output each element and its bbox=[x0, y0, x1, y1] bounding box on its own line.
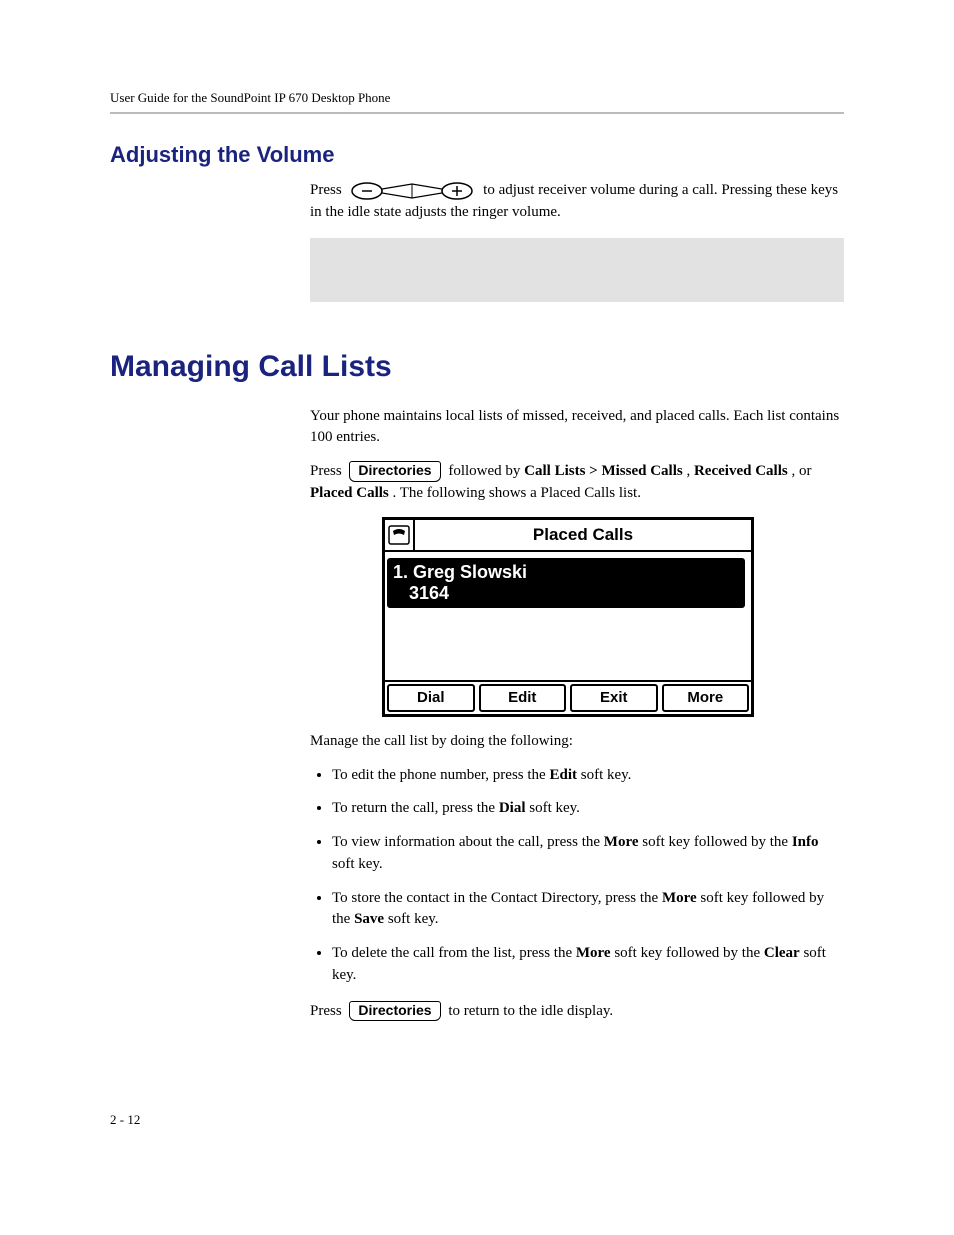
bold: Clear bbox=[764, 945, 800, 961]
bold-placed-calls: Placed Calls bbox=[310, 485, 389, 501]
heading-adjusting-volume: Adjusting the Volume bbox=[110, 142, 844, 168]
text: To edit the phone number, press the bbox=[332, 767, 549, 783]
softkey-exit: Exit bbox=[570, 684, 658, 712]
softkey-edit: Edit bbox=[479, 684, 567, 712]
directories-paragraph: Press Directories followed by Call Lists… bbox=[310, 461, 844, 505]
softkey-dial: Dial bbox=[387, 684, 475, 712]
manage-intro: Manage the call list by doing the follow… bbox=[310, 731, 844, 753]
screen-title: Placed Calls bbox=[415, 520, 751, 551]
text: soft key. bbox=[577, 767, 631, 783]
list-item: To return the call, press the Dial soft … bbox=[332, 798, 844, 820]
text: soft key. bbox=[384, 911, 438, 927]
entry-number: 3164 bbox=[393, 583, 737, 604]
bold: Dial bbox=[499, 800, 526, 816]
list-item: To view information about the call, pres… bbox=[332, 832, 844, 876]
return-paragraph: Press Directories to return to the idle … bbox=[310, 1001, 844, 1023]
text: followed by bbox=[448, 463, 524, 479]
selected-call-entry: 1. Greg Slowski 3164 bbox=[387, 558, 745, 607]
bold-received-calls: Received Calls bbox=[694, 463, 788, 479]
text: to return to the idle display. bbox=[448, 1003, 613, 1019]
volume-paragraph: Press to adjust receiver volume during a… bbox=[310, 180, 844, 224]
list-item: To store the contact in the Contact Dire… bbox=[332, 888, 844, 932]
phone-screen-figure: Placed Calls 1. Greg Slowski 3164 Dial E… bbox=[382, 517, 754, 717]
text: Press bbox=[310, 1003, 345, 1019]
entry-name: 1. Greg Slowski bbox=[393, 562, 737, 583]
bold-call-lists: Call Lists > Missed Calls bbox=[524, 463, 683, 479]
text: soft key. bbox=[525, 800, 579, 816]
list-item: To edit the phone number, press the Edit… bbox=[332, 765, 844, 787]
intro-paragraph: Your phone maintains local lists of miss… bbox=[310, 406, 844, 450]
bold: Edit bbox=[549, 767, 577, 783]
text: , or bbox=[791, 463, 811, 479]
text: To store the contact in the Contact Dire… bbox=[332, 890, 662, 906]
directories-key-icon: Directories bbox=[349, 461, 440, 481]
running-header: User Guide for the SoundPoint IP 670 Des… bbox=[110, 90, 844, 114]
text: soft key followed by the bbox=[639, 834, 792, 850]
text: To return the call, press the bbox=[332, 800, 499, 816]
volume-text-a: Press bbox=[310, 182, 345, 198]
bold: More bbox=[604, 834, 639, 850]
text: To view information about the call, pres… bbox=[332, 834, 604, 850]
text: soft key. bbox=[332, 856, 383, 872]
phone-handset-icon bbox=[385, 520, 415, 551]
directories-key-icon: Directories bbox=[349, 1001, 440, 1021]
instruction-list: To edit the phone number, press the Edit… bbox=[310, 765, 844, 987]
note-placeholder-box bbox=[310, 238, 844, 302]
bold: More bbox=[576, 945, 611, 961]
text: soft key followed by the bbox=[611, 945, 764, 961]
heading-managing-call-lists: Managing Call Lists bbox=[110, 350, 844, 384]
text: . The following shows a Placed Calls lis… bbox=[393, 485, 641, 501]
text: Press bbox=[310, 463, 345, 479]
text: , bbox=[686, 463, 694, 479]
volume-rocker-icon bbox=[349, 181, 475, 201]
page-number: 2 - 12 bbox=[110, 1112, 844, 1128]
bold: Save bbox=[354, 911, 384, 927]
bold: More bbox=[662, 890, 697, 906]
list-item: To delete the call from the list, press … bbox=[332, 943, 844, 987]
softkey-more: More bbox=[662, 684, 750, 712]
bold: Info bbox=[792, 834, 819, 850]
text: To delete the call from the list, press … bbox=[332, 945, 576, 961]
